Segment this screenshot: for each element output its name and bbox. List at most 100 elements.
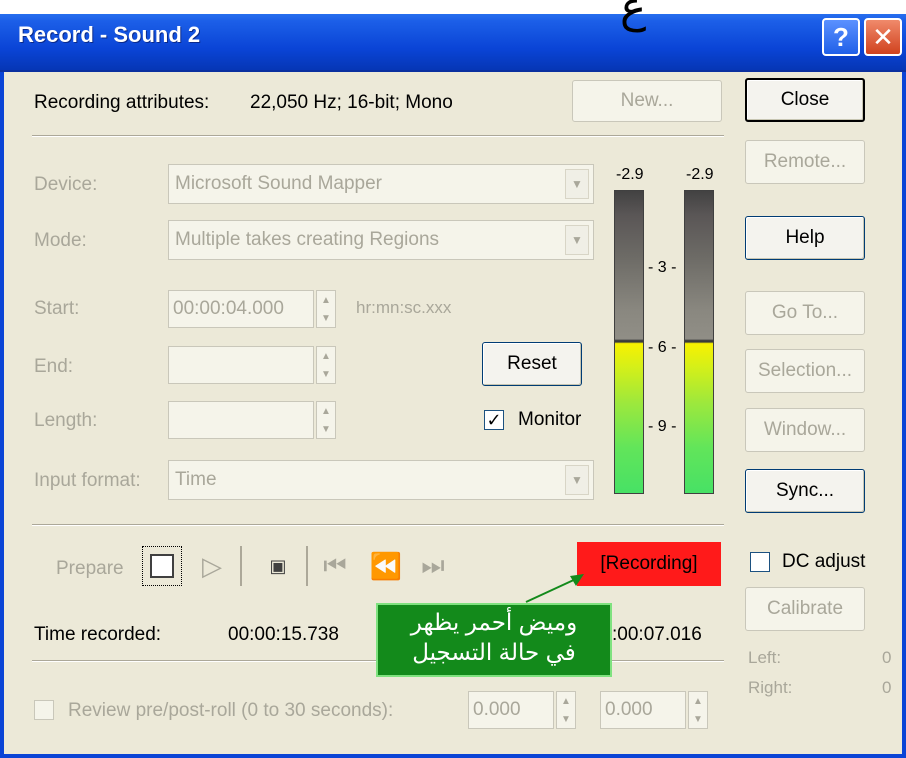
annotation-callout: وميض أحمر يظهر في حالة التسجيل bbox=[376, 603, 612, 677]
remote-button[interactable]: Remote... bbox=[745, 140, 865, 184]
marker-icon: ▣ bbox=[269, 555, 287, 576]
start-value: 00:00:04.000 bbox=[173, 298, 284, 319]
left-peak-readout: -2.9 bbox=[616, 166, 644, 183]
meter-tick-6-label: 6 bbox=[657, 339, 667, 356]
record-stop-icon bbox=[150, 554, 174, 578]
start-label: Start: bbox=[34, 298, 80, 319]
play-button[interactable]: ▷ bbox=[196, 548, 228, 584]
title-help-button[interactable]: ? bbox=[822, 18, 860, 56]
start-spinner[interactable]: ▲ ▼ bbox=[316, 290, 336, 328]
go-to-start-icon: ⏮ bbox=[323, 550, 347, 580]
record-stop-button[interactable] bbox=[142, 546, 182, 586]
review-label: Review pre/post-roll (0 to 30 seconds): bbox=[68, 700, 394, 721]
reset-button[interactable]: Reset bbox=[482, 342, 582, 386]
right-level-label: Right: bbox=[748, 678, 793, 697]
title-close-button[interactable]: ✕ bbox=[864, 18, 902, 56]
sync-button[interactable]: Sync... bbox=[745, 469, 865, 513]
postroll-value: 0.000 bbox=[605, 699, 653, 720]
rewind-button[interactable]: ⏪ bbox=[366, 548, 406, 584]
input-format-select[interactable]: Time ▼ bbox=[168, 460, 594, 500]
go-to-end-button[interactable]: ⏭ bbox=[416, 548, 450, 584]
end-spinner[interactable]: ▲ ▼ bbox=[316, 346, 336, 384]
review-checkbox[interactable] bbox=[34, 700, 54, 720]
meter-tick-3-label: 3 bbox=[657, 259, 667, 276]
meter-tick-9-label: 9 bbox=[657, 418, 667, 435]
spin-down-icon: ▼ bbox=[321, 423, 331, 435]
length-spinner[interactable]: ▲ ▼ bbox=[316, 401, 336, 439]
mode-select[interactable]: Multiple takes creating Regions ▼ bbox=[168, 220, 594, 260]
spin-up-icon: ▲ bbox=[693, 695, 703, 707]
recording-status-badge: [Recording] bbox=[577, 542, 721, 586]
new-button[interactable]: New... bbox=[572, 80, 722, 122]
overflow-glyph: ع bbox=[620, 0, 647, 32]
preroll-value: 0.000 bbox=[473, 699, 521, 720]
goto-button[interactable]: Go To... bbox=[745, 291, 865, 335]
chevron-down-icon[interactable]: ▼ bbox=[565, 225, 589, 255]
postroll-spinner[interactable]: ▲ ▼ bbox=[688, 691, 708, 729]
left-level-label: Left: bbox=[748, 648, 782, 667]
meter-tick-6: - 6 - bbox=[648, 339, 677, 356]
callout-line-2: في حالة التسجيل bbox=[412, 639, 576, 665]
spin-up-icon: ▲ bbox=[561, 695, 571, 707]
time-remaining-value: :00:07.016 bbox=[612, 624, 702, 645]
spin-up-icon: ▲ bbox=[321, 405, 331, 417]
callout-arrow bbox=[525, 574, 584, 603]
help-icon: ? bbox=[833, 21, 849, 52]
mode-select-value: Multiple takes creating Regions bbox=[175, 229, 440, 250]
dc-adjust-label: DC adjust bbox=[782, 551, 866, 572]
spin-down-icon: ▼ bbox=[561, 713, 571, 725]
spin-down-icon: ▼ bbox=[321, 312, 331, 324]
start-format-hint: hr:mn:sc.xxx bbox=[356, 298, 452, 317]
mode-label: Mode: bbox=[34, 230, 87, 251]
device-label: Device: bbox=[34, 174, 98, 195]
window-button[interactable]: Window... bbox=[745, 408, 865, 452]
right-level-meter bbox=[684, 190, 714, 494]
marker-button[interactable]: ▣ bbox=[262, 548, 294, 584]
spin-up-icon: ▲ bbox=[321, 294, 331, 306]
rewind-icon: ⏪ bbox=[369, 550, 403, 581]
prepare-label: Prepare bbox=[56, 558, 124, 579]
go-to-end-icon: ⏭ bbox=[421, 550, 445, 580]
chevron-down-icon[interactable]: ▼ bbox=[565, 169, 589, 199]
selection-button[interactable]: Selection... bbox=[745, 349, 865, 393]
callout-line-1: وميض أحمر يظهر bbox=[410, 609, 578, 635]
calibrate-button[interactable]: Calibrate bbox=[745, 587, 865, 631]
check-icon: ✓ bbox=[486, 409, 502, 430]
transport-separator bbox=[32, 524, 724, 526]
end-label: End: bbox=[34, 356, 74, 377]
spin-down-icon: ▼ bbox=[693, 713, 703, 725]
length-label: Length: bbox=[34, 410, 98, 431]
spin-down-icon: ▼ bbox=[321, 368, 331, 380]
device-select-value: Microsoft Sound Mapper bbox=[175, 173, 382, 194]
preroll-spinner[interactable]: ▲ ▼ bbox=[556, 691, 576, 729]
end-field[interactable] bbox=[168, 346, 314, 384]
monitor-checkbox[interactable]: ✓ bbox=[484, 410, 504, 430]
play-icon: ▷ bbox=[202, 550, 222, 581]
top-separator bbox=[32, 135, 724, 137]
title-bar-overflow-strip bbox=[0, 0, 906, 14]
preroll-field[interactable]: 0.000 bbox=[468, 691, 554, 729]
recording-attributes-label: Recording attributes: bbox=[34, 92, 210, 113]
input-format-value: Time bbox=[175, 469, 217, 490]
device-select[interactable]: Microsoft Sound Mapper ▼ bbox=[168, 164, 594, 204]
recording-attributes-value: 22,050 Hz; 16-bit; Mono bbox=[250, 92, 453, 113]
chevron-down-icon[interactable]: ▼ bbox=[565, 465, 589, 495]
right-level-value: 0 bbox=[882, 678, 892, 697]
spin-up-icon: ▲ bbox=[321, 350, 331, 362]
start-field[interactable]: 00:00:04.000 bbox=[168, 290, 314, 328]
close-button[interactable]: Close bbox=[745, 78, 865, 122]
dc-adjust-checkbox[interactable] bbox=[750, 552, 770, 572]
toolbar-divider bbox=[240, 546, 242, 586]
right-peak-readout: -2.9 bbox=[686, 166, 714, 183]
meter-tick-9: - 9 - bbox=[648, 418, 677, 435]
length-field[interactable] bbox=[168, 401, 314, 439]
postroll-field[interactable]: 0.000 bbox=[600, 691, 686, 729]
left-level-value: 0 bbox=[882, 648, 892, 667]
go-to-start-button[interactable]: ⏮ bbox=[318, 548, 352, 584]
left-level-meter bbox=[614, 190, 644, 494]
time-recorded-value: 00:00:15.738 bbox=[228, 624, 339, 645]
window-title: Record - Sound 2 bbox=[18, 22, 201, 47]
close-icon: ✕ bbox=[872, 21, 894, 52]
toolbar-divider bbox=[306, 546, 308, 586]
help-button[interactable]: Help bbox=[745, 216, 865, 260]
